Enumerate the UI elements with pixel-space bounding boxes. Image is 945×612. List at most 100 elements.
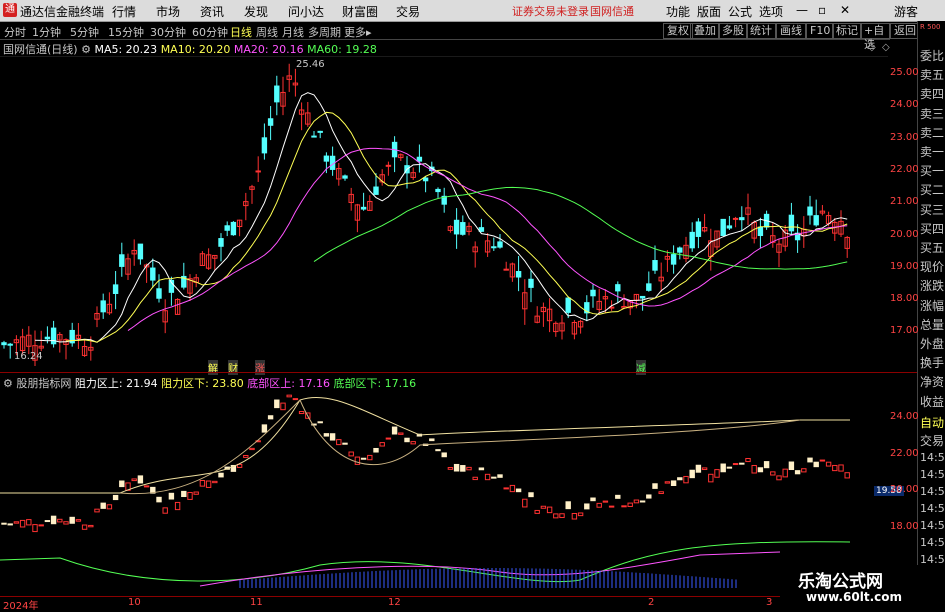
candle-body[interactable]	[639, 295, 646, 299]
menu-item-zixun[interactable]: 资讯	[200, 3, 224, 20]
candle-body[interactable]	[677, 247, 683, 253]
candle-body[interactable]	[274, 85, 280, 103]
candle-body[interactable]	[757, 226, 764, 237]
guest-label[interactable]: 游客	[894, 3, 918, 20]
candle-body[interactable]	[670, 254, 677, 265]
settings-icon-sub[interactable]: ⚙	[3, 377, 13, 390]
indicator-title[interactable]: 股朋指标网	[16, 377, 71, 390]
settings-icon[interactable]: ⚙	[81, 43, 91, 56]
tool-duogu[interactable]: 多股	[718, 23, 748, 39]
candle-body[interactable]	[323, 155, 330, 162]
maximize-icon[interactable]: ▫	[818, 3, 826, 17]
period-multi[interactable]: 多周期	[308, 24, 341, 40]
diamond-icon-2[interactable]: ◇	[882, 42, 890, 53]
menu-banmian[interactable]: 版面	[697, 3, 721, 20]
candle-body[interactable]	[515, 271, 522, 278]
candle-body[interactable]	[435, 188, 441, 193]
candle-body[interactable]	[230, 221, 237, 236]
candle-body[interactable]	[813, 215, 819, 226]
candle-body[interactable]	[453, 219, 460, 235]
candle-body[interactable]	[255, 170, 261, 173]
candle-body[interactable]	[695, 221, 702, 237]
tool-biaoji[interactable]: 标记	[832, 23, 862, 39]
tool-return[interactable]: 返回	[890, 23, 920, 39]
candle-body[interactable]	[218, 238, 224, 247]
tool-huaxian[interactable]: 画线	[776, 23, 806, 39]
candle-body[interactable]	[360, 206, 367, 210]
candle-body[interactable]	[119, 254, 125, 267]
minimize-icon[interactable]: —	[796, 3, 808, 17]
period-30min[interactable]: 30分钟	[150, 24, 186, 40]
period-5min[interactable]: 5分钟	[70, 24, 99, 40]
menu-item-wenxiaoda[interactable]: 问小达	[288, 3, 324, 20]
candle-body[interactable]	[373, 186, 379, 195]
sub-candle	[615, 494, 621, 499]
candle-body[interactable]	[807, 206, 813, 216]
candle-body[interactable]	[615, 284, 621, 292]
menu-item-jiaoyi[interactable]: 交易	[396, 3, 420, 20]
candle-body[interactable]	[503, 268, 509, 271]
candle-body[interactable]	[112, 284, 119, 294]
period-day[interactable]: 日线	[230, 24, 252, 40]
auto-label[interactable]: 自动	[920, 414, 945, 431]
candle-body[interactable]	[646, 283, 652, 291]
login-alert[interactable]: 证券交易未登录	[512, 3, 589, 19]
period-60min[interactable]: 60分钟	[192, 24, 228, 40]
candle-body[interactable]	[565, 297, 571, 313]
indicator-chart[interactable]	[0, 390, 888, 596]
tool-add-watchlist[interactable]: +自选	[860, 23, 890, 51]
candle-body[interactable]	[422, 177, 429, 182]
candle-body[interactable]	[689, 231, 695, 249]
tool-diejia[interactable]: 叠加	[690, 23, 720, 39]
candle-body[interactable]	[311, 135, 317, 138]
alert-stock[interactable]: 国网信通	[590, 3, 634, 19]
candle-body[interactable]	[342, 175, 348, 179]
candle-body[interactable]	[100, 300, 106, 313]
stock-title[interactable]: 国网信通(日线)	[3, 43, 78, 56]
period-1min[interactable]: 1分钟	[32, 24, 61, 40]
menu-item-shichang[interactable]: 市场	[156, 3, 180, 20]
candle-body[interactable]	[156, 288, 162, 299]
candle-body[interactable]	[385, 164, 392, 167]
candle-body[interactable]	[7, 343, 13, 346]
candle-body[interactable]	[726, 225, 733, 229]
candle-body[interactable]	[460, 222, 466, 235]
candle-body[interactable]	[788, 214, 795, 232]
candle-body[interactable]	[416, 156, 423, 162]
candle-body[interactable]	[732, 217, 739, 220]
period-month[interactable]: 月线	[282, 24, 304, 40]
close-icon[interactable]: ✕	[840, 3, 850, 17]
candle-body[interactable]	[224, 225, 230, 231]
period-15min[interactable]: 15分钟	[108, 24, 144, 40]
menu-gongneng[interactable]: 功能	[666, 3, 690, 20]
candle-body[interactable]	[150, 267, 156, 281]
candle-body[interactable]	[317, 130, 323, 133]
trade-label[interactable]: 交易	[920, 432, 945, 449]
candle-body[interactable]	[267, 118, 274, 126]
candle-body[interactable]	[528, 278, 534, 288]
candle-body[interactable]	[739, 217, 745, 221]
candle-body[interactable]	[720, 218, 726, 236]
tool-tongji[interactable]: 统计	[746, 23, 776, 39]
candle-body[interactable]	[137, 243, 144, 260]
candle-body[interactable]	[1, 342, 7, 346]
menu-item-faxian[interactable]: 发现	[244, 3, 268, 20]
candlestick-chart[interactable]	[0, 56, 888, 366]
tool-fuquan[interactable]: 复权	[663, 23, 693, 39]
period-fenshi[interactable]: 分时	[4, 24, 26, 40]
candle-body[interactable]	[590, 289, 596, 297]
diamond-icon[interactable]: ◇	[868, 42, 876, 53]
period-more[interactable]: 更多▸	[344, 24, 372, 40]
menu-item-caifuquan[interactable]: 财富圈	[342, 3, 378, 20]
period-week[interactable]: 周线	[256, 24, 278, 40]
candle-body[interactable]	[497, 241, 503, 248]
candle-body[interactable]	[491, 246, 497, 249]
candle-body[interactable]	[50, 327, 57, 345]
candle-body[interactable]	[652, 260, 658, 271]
candle-body[interactable]	[261, 137, 268, 154]
candle-body[interactable]	[44, 336, 51, 340]
menu-xuanxiang[interactable]: 选项	[759, 3, 783, 20]
menu-gongshi[interactable]: 公式	[728, 3, 752, 20]
tool-f10[interactable]: F10	[806, 23, 835, 39]
menu-item-hangqing[interactable]: 行情	[112, 3, 136, 20]
